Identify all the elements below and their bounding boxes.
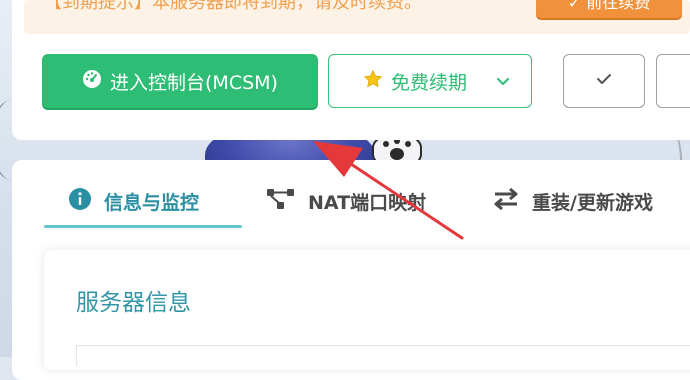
red-annotation-arrow (313, 141, 464, 240)
